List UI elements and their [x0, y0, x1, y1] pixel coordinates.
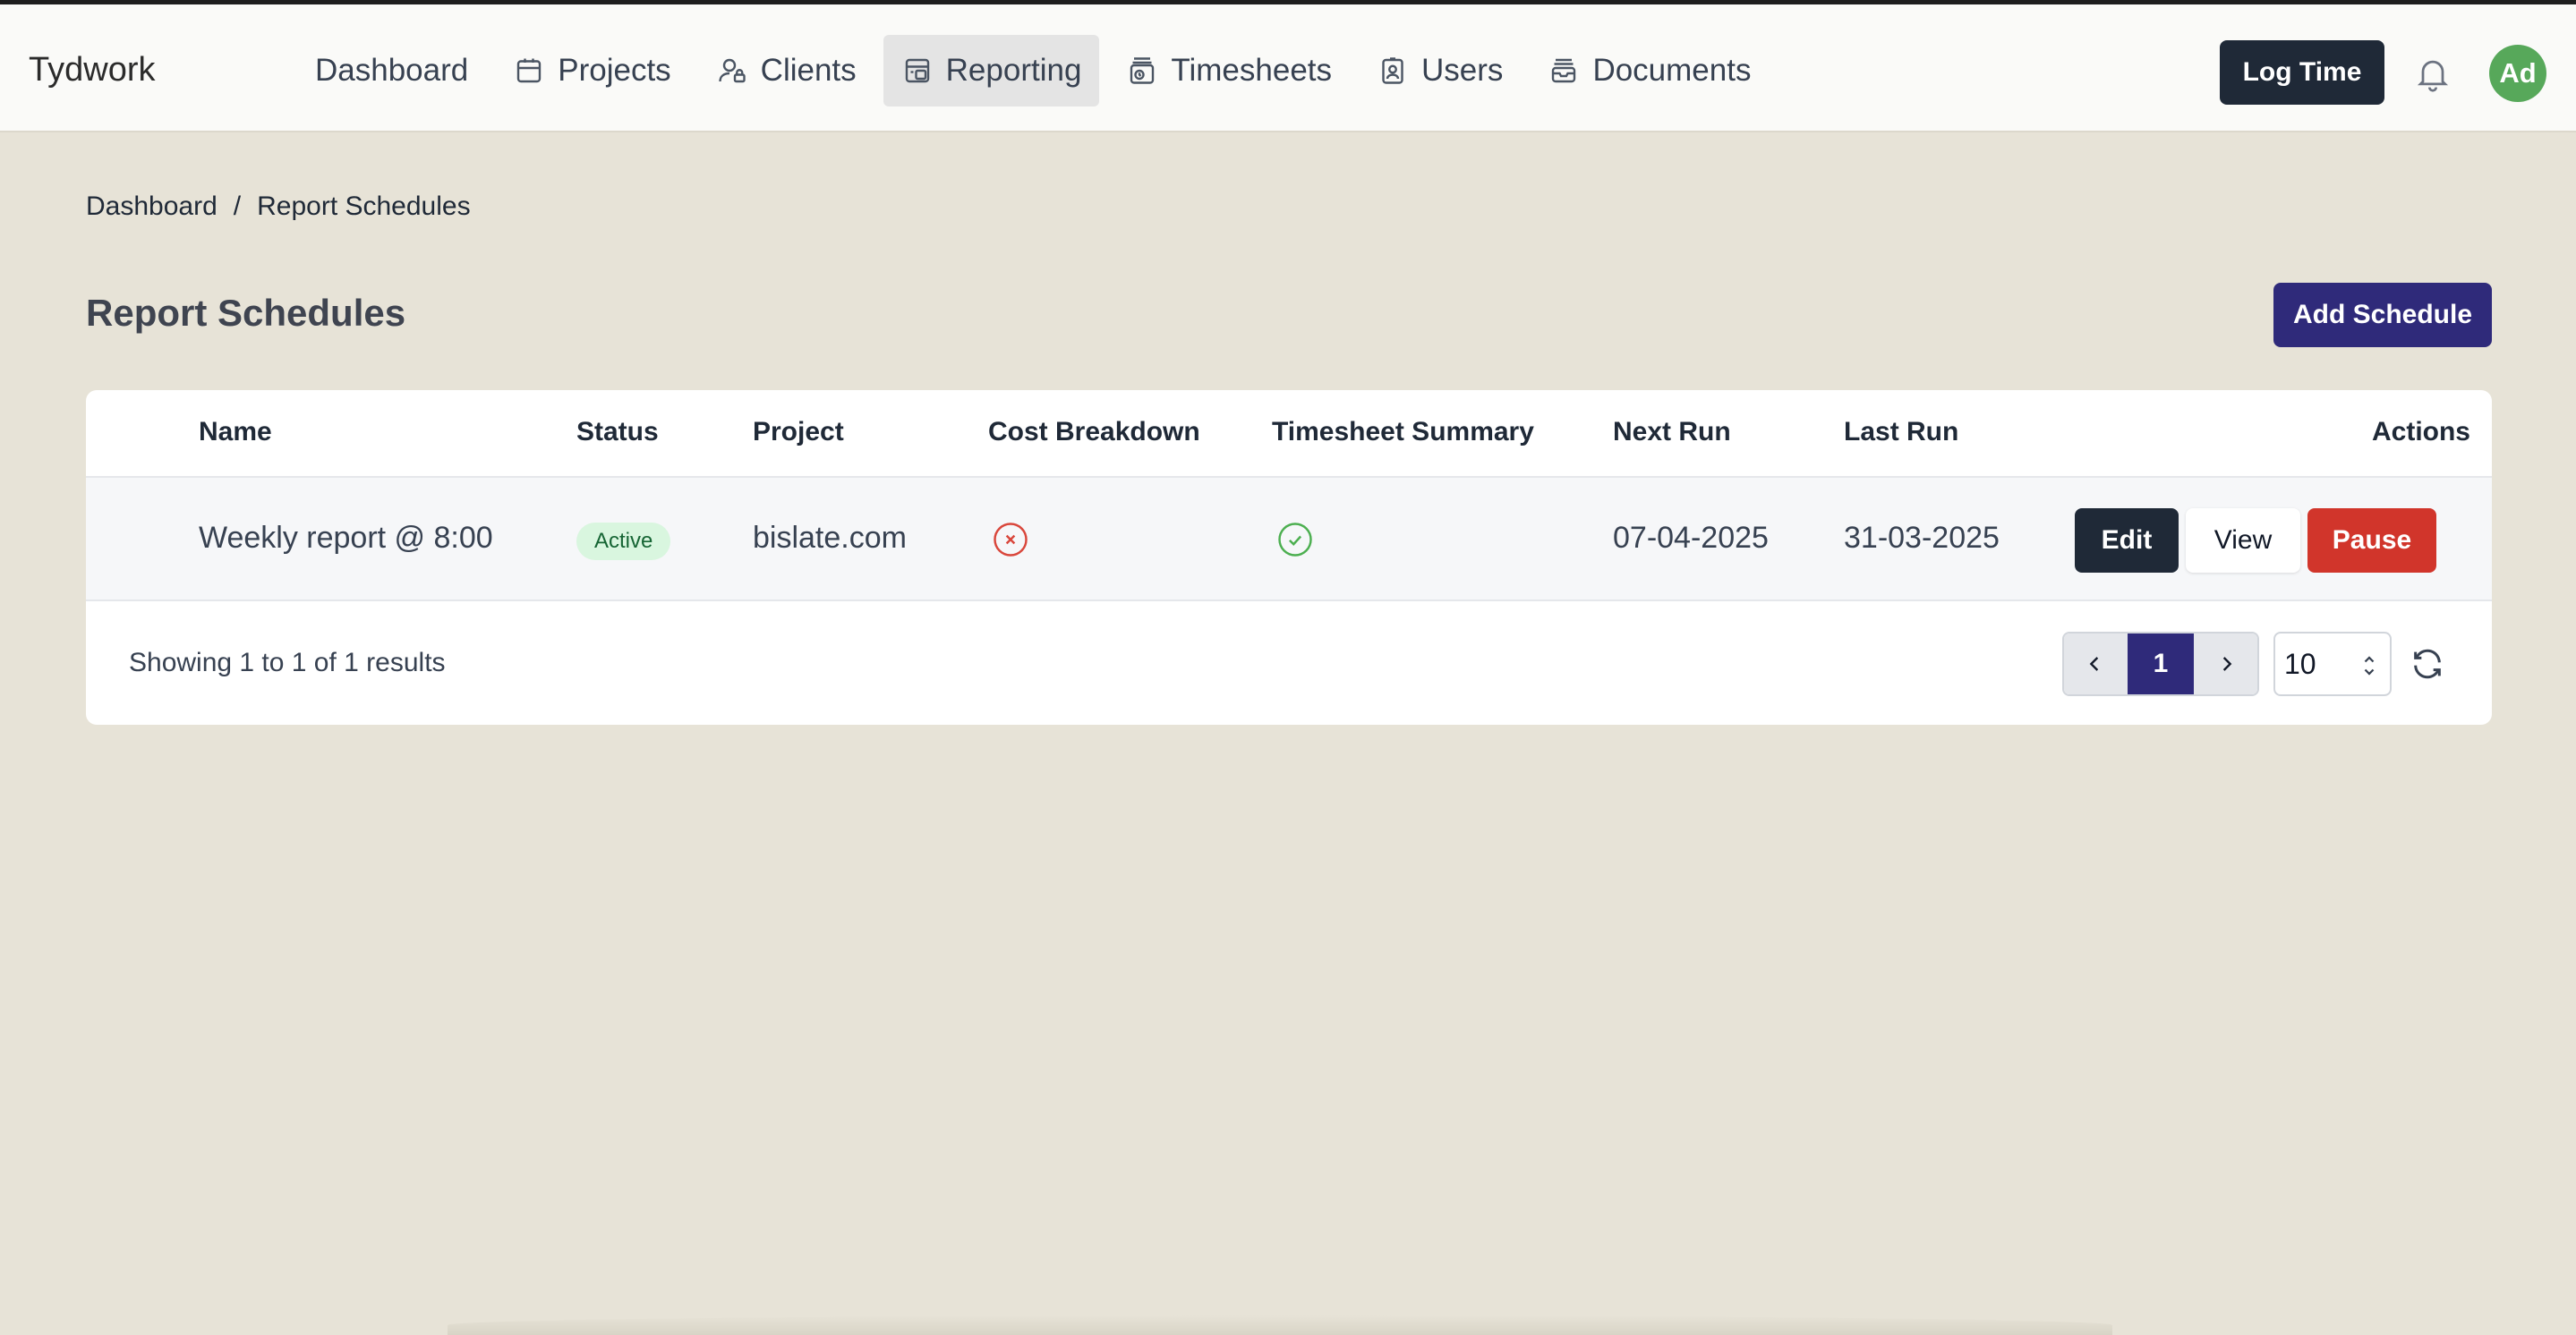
nav-timesheets[interactable]: Timesheets	[1108, 35, 1350, 106]
col-timesheet-summary[interactable]: Timesheet Summary	[1272, 417, 1534, 447]
chevron-left-icon	[2090, 657, 2099, 671]
breadcrumb: Dashboard / Report Schedules	[86, 191, 471, 222]
row-project: bislate.com	[753, 521, 907, 555]
nav-users-label: Users	[1421, 53, 1504, 88]
view-button[interactable]: View	[2186, 508, 2300, 573]
nav-documents-label: Documents	[1592, 53, 1752, 88]
page-button-current[interactable]: 1	[2127, 633, 2195, 694]
col-next-run[interactable]: Next Run	[1613, 417, 1731, 447]
x-circle-icon	[994, 523, 1028, 557]
brand-logo[interactable]: Tydwork	[29, 51, 155, 89]
spinner-arrows-icon[interactable]	[2361, 651, 2377, 680]
col-last-run[interactable]: Last Run	[1844, 417, 1958, 447]
pause-button[interactable]: Pause	[2307, 508, 2436, 573]
breadcrumb-separator: /	[233, 191, 242, 221]
col-cost-breakdown[interactable]: Cost Breakdown	[988, 417, 1200, 447]
per-page-value: 10	[2284, 647, 2316, 680]
nav-users[interactable]: Users	[1359, 35, 1521, 106]
bell-icon[interactable]	[2413, 54, 2452, 93]
stack-clock-icon	[1130, 57, 1155, 84]
log-time-button[interactable]: Log Time	[2220, 40, 2384, 105]
col-actions: Actions	[2371, 417, 2470, 446]
pagination: 1	[2062, 632, 2259, 696]
nav-projects[interactable]: Projects	[495, 35, 688, 106]
dock-shadow	[448, 1315, 2112, 1335]
main-nav: Dashboard Projects Clients Reporting Tim…	[297, 35, 1769, 106]
nav-clients[interactable]: Clients	[698, 35, 874, 106]
row-last-run: 31-03-2025	[1844, 521, 2000, 555]
table-header: Name Status Project Cost Breakdown Times…	[86, 390, 2492, 478]
nav-dashboard[interactable]: Dashboard	[297, 35, 486, 106]
nav-timesheets-label: Timesheets	[1171, 53, 1333, 88]
nav-reporting-label: Reporting	[945, 53, 1082, 88]
col-project[interactable]: Project	[753, 417, 844, 447]
next-page-button[interactable]	[2194, 633, 2257, 694]
nav-dashboard-label: Dashboard	[315, 53, 469, 88]
table-row[interactable]: Weekly report @ 8:00 Active bislate.com …	[86, 478, 2492, 601]
chevron-right-icon	[2222, 657, 2231, 671]
report-icon	[905, 58, 929, 83]
col-name[interactable]: Name	[199, 417, 272, 447]
check-circle-icon	[1278, 523, 1312, 557]
top-navbar: Tydwork Dashboard Projects Clients Repor…	[0, 0, 2576, 132]
schedules-table-card: Name Status Project Cost Breakdown Times…	[86, 390, 2492, 725]
user-lock-icon	[718, 58, 746, 83]
refresh-icon[interactable]	[2410, 646, 2445, 682]
results-summary: Showing 1 to 1 of 1 results	[129, 648, 446, 677]
col-status[interactable]: Status	[576, 417, 659, 447]
prev-page-button[interactable]	[2064, 633, 2128, 694]
edit-button[interactable]: Edit	[2075, 508, 2179, 573]
breadcrumb-current: Report Schedules	[257, 191, 471, 221]
row-name: Weekly report @ 8:00	[199, 521, 493, 555]
calendar-icon	[517, 58, 542, 83]
nav-reporting[interactable]: Reporting	[883, 35, 1100, 106]
per-page-input[interactable]: 10	[2273, 632, 2392, 696]
page-title: Report Schedules	[86, 292, 406, 334]
breadcrumb-home[interactable]: Dashboard	[86, 191, 218, 222]
status-badge: Active	[576, 523, 671, 560]
add-schedule-button[interactable]: Add Schedule	[2273, 283, 2492, 347]
row-next-run: 07-04-2025	[1613, 521, 1769, 555]
nav-projects-label: Projects	[558, 53, 671, 88]
archive-icon	[1552, 58, 1576, 83]
nav-clients-label: Clients	[760, 53, 857, 88]
avatar[interactable]: Ad	[2489, 45, 2546, 102]
id-badge-icon	[1382, 57, 1403, 84]
nav-documents[interactable]: Documents	[1530, 35, 1769, 106]
